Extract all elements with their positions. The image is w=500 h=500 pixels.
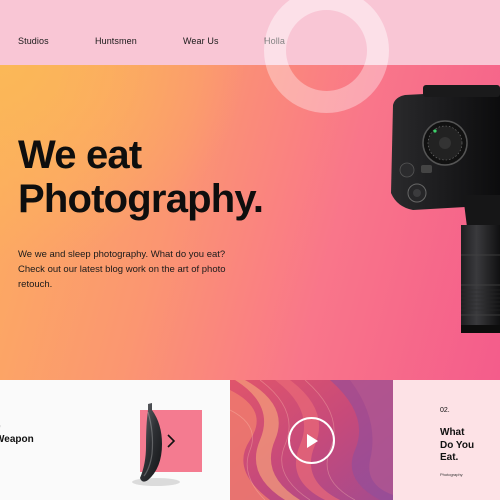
nav-link-studios[interactable]: Studios [18, 36, 49, 46]
decorative-ring-overlay [264, 65, 389, 113]
hero-section: We eat Photography. We we and sleep phot… [0, 65, 500, 380]
banana-image [132, 403, 180, 486]
card-video [230, 380, 393, 500]
hero-title-line-1: We eat [18, 133, 142, 177]
card-weapon-title: e Weapon . [0, 421, 34, 445]
hero-title-line-2: Photography. [18, 177, 264, 221]
card-weapon: e Weapon . [0, 380, 230, 500]
nav-link-huntsmen[interactable]: Huntsmen [95, 36, 137, 46]
hero-title: We eat Photography. [18, 133, 264, 221]
card-blog-title: What Do You Eat. [440, 427, 475, 463]
card-blog[interactable]: 02. What Do You Eat. Photography [393, 380, 500, 500]
play-icon [306, 433, 318, 448]
card-blog-number: 02. [440, 407, 450, 414]
top-navigation: Studios Huntsmen Wear Us Holla [0, 0, 500, 113]
play-button[interactable] [288, 417, 335, 464]
card-blog-tag: Photography [440, 472, 463, 477]
camera-image [391, 85, 500, 333]
hero-description: We we and sleep photography. What do you… [18, 249, 226, 290]
nav-link-wear-us[interactable]: Wear Us [183, 36, 219, 46]
